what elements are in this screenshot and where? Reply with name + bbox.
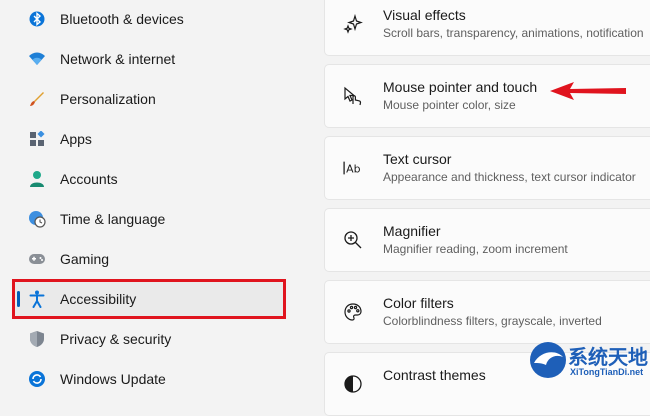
magnifier-icon: [343, 230, 363, 250]
card-title: Color filters: [383, 295, 454, 311]
sidebar-item-time-language[interactable]: Time & language: [14, 201, 284, 237]
watermark: 系统天地 XiTongTianDi.net: [528, 339, 648, 381]
card-title: Contrast themes: [383, 367, 486, 383]
annotation-arrow: [550, 82, 626, 100]
svg-text:Ab: Ab: [346, 163, 360, 176]
card-title: Text cursor: [383, 151, 452, 167]
card-description: Scroll bars, transparency, animations, n…: [383, 26, 644, 40]
apps-icon: [28, 130, 46, 148]
settings-card-text-cursor[interactable]: Ab Text cursor Appearance and thickness,…: [324, 136, 650, 200]
sidebar-item-bluetooth[interactable]: Bluetooth & devices: [14, 1, 284, 37]
watermark-logo-icon: [530, 342, 566, 378]
sidebar-item-privacy[interactable]: Privacy & security: [14, 321, 284, 357]
card-title: Mouse pointer and touch: [383, 79, 538, 95]
palette-icon: [343, 302, 363, 322]
sidebar-item-windows-update[interactable]: Windows Update: [14, 361, 284, 397]
sidebar-item-label: Apps: [60, 131, 92, 147]
accessibility-highlight-box: [12, 279, 286, 319]
sidebar-item-label: Network & internet: [60, 51, 176, 67]
wifi-icon: [28, 50, 46, 68]
pointer-touch-icon: [343, 86, 363, 106]
sidebar-item-label: Time & language: [60, 211, 166, 227]
shield-icon: [28, 330, 46, 348]
brush-icon: [28, 90, 46, 108]
bluetooth-icon: [28, 10, 46, 28]
card-description: Appearance and thickness, text cursor in…: [383, 170, 636, 184]
person-icon: [28, 170, 46, 188]
sparkle-icon: [343, 14, 363, 34]
sidebar-item-accounts[interactable]: Accounts: [14, 161, 284, 197]
sidebar-item-label: Personalization: [60, 91, 156, 107]
sidebar-item-gaming[interactable]: Gaming: [14, 241, 284, 277]
text-cursor-icon: Ab: [343, 158, 363, 178]
update-icon: [28, 370, 46, 388]
watermark-title: 系统天地: [568, 345, 648, 369]
contrast-icon: [343, 374, 363, 394]
card-description: Mouse pointer color, size: [383, 98, 516, 112]
card-description: Magnifier reading, zoom increment: [383, 242, 568, 256]
sidebar-item-personalization[interactable]: Personalization: [14, 81, 284, 117]
sidebar-item-label: Bluetooth & devices: [60, 11, 184, 27]
settings-card-color-filters[interactable]: Color filters Colorblindness filters, gr…: [324, 280, 650, 344]
watermark-subtitle: XiTongTianDi.net: [570, 367, 644, 377]
sidebar-item-apps[interactable]: Apps: [14, 121, 284, 157]
card-description: Colorblindness filters, grayscale, inver…: [383, 314, 602, 328]
accessibility-settings-panel: Visual effects Scroll bars, transparency…: [312, 0, 650, 416]
globe-clock-icon: [28, 210, 46, 228]
settings-sidebar: Bluetooth & devices Network & internet P…: [0, 0, 312, 387]
settings-card-magnifier[interactable]: Magnifier Magnifier reading, zoom increm…: [324, 208, 650, 272]
settings-card-visual-effects[interactable]: Visual effects Scroll bars, transparency…: [324, 0, 650, 56]
sidebar-item-label: Accounts: [60, 171, 118, 187]
card-title: Visual effects: [383, 7, 466, 23]
sidebar-item-label: Gaming: [60, 251, 110, 267]
card-title: Magnifier: [383, 223, 441, 239]
sidebar-item-label: Windows Update: [60, 371, 166, 387]
sidebar-item-label: Privacy & security: [60, 331, 172, 347]
gamepad-icon: [28, 250, 46, 268]
sidebar-item-network[interactable]: Network & internet: [14, 41, 284, 77]
